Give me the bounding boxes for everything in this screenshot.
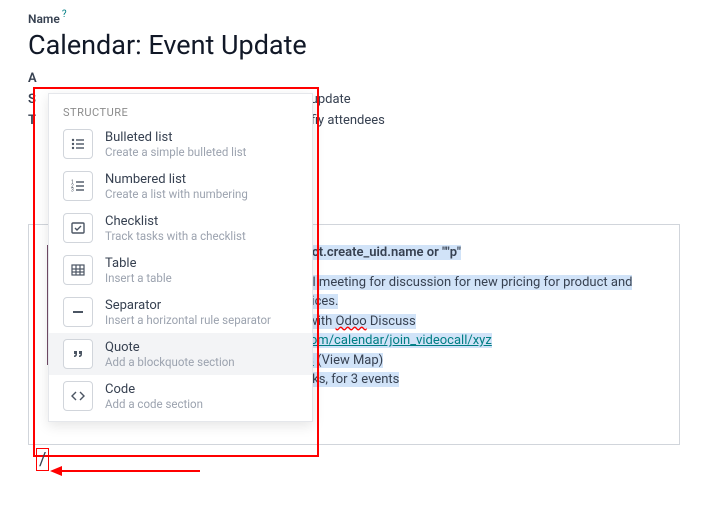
menu-item-separator[interactable]: SeparatorInsert a horizontal rule separa…: [49, 291, 312, 333]
slash-command-menu: STRUCTURE Bulleted listCreate a simple b…: [48, 93, 313, 422]
code-icon: [63, 381, 93, 411]
table-icon: [63, 255, 93, 285]
annotation-arrow: [50, 463, 200, 479]
page-title[interactable]: Calendar: Event Update: [28, 29, 680, 61]
form-label-s: S: [28, 92, 36, 107]
bulleted-list-icon: [63, 129, 93, 159]
separator-icon: [63, 297, 93, 327]
svg-text:3: 3: [71, 188, 74, 194]
menu-item-quote[interactable]: QuoteAdd a blockquote section: [49, 333, 312, 375]
dropdown-section-header: STRUCTURE: [49, 102, 312, 123]
form-label-t: T: [28, 113, 36, 128]
menu-item-numbered-list[interactable]: 123 Numbered listCreate a list with numb…: [49, 165, 312, 207]
checklist-icon: [63, 213, 93, 243]
help-icon[interactable]: ?: [62, 9, 67, 20]
numbered-list-icon: 123: [63, 171, 93, 201]
name-label-text: Name: [28, 12, 60, 26]
quote-icon: [63, 339, 93, 369]
form-label-a: A: [28, 71, 36, 86]
menu-item-bulleted-list[interactable]: Bulleted listCreate a simple bulleted li…: [49, 123, 312, 165]
menu-item-table[interactable]: TableInsert a table: [49, 249, 312, 291]
menu-item-checklist[interactable]: ChecklistTrack tasks with a checklist: [49, 207, 312, 249]
form-row-a: A: [28, 71, 680, 86]
slash-character[interactable]: /: [36, 448, 49, 471]
name-label: Name?: [28, 8, 680, 27]
menu-item-code[interactable]: CodeAdd a code section: [49, 375, 312, 417]
